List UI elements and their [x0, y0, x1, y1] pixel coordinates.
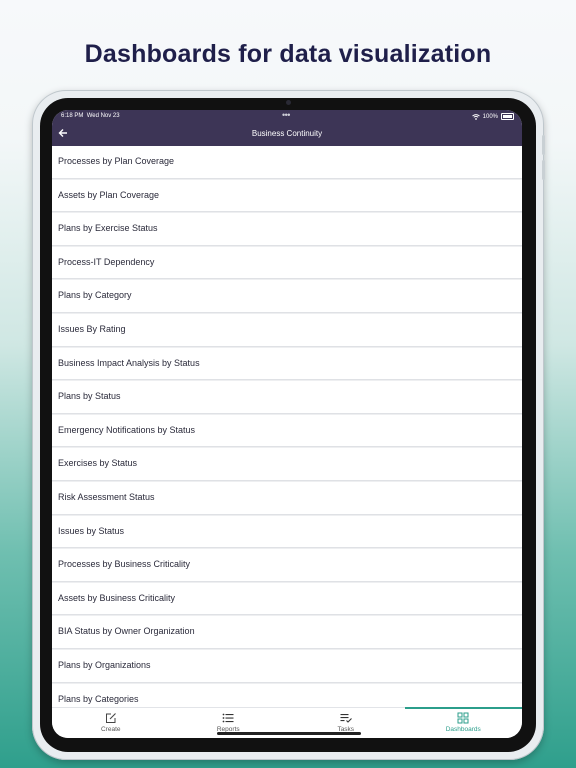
tab-bar: Create Reports Tasks Dashboards [52, 707, 522, 738]
list-item-label: Issues by Status [58, 525, 125, 536]
tab-create-label: Create [100, 726, 121, 733]
status-bar: 6:18 PM Wed Nov 23 ••• 100% [52, 110, 522, 124]
list-item[interactable]: Business Impact Analysis by Status [52, 347, 522, 380]
list-item[interactable]: Emergency Notifications by Status [52, 414, 522, 447]
marketing-headline: Dashboards for data visualization [84, 40, 492, 68]
volume-down-button-hardware [542, 160, 545, 180]
list-item-label: Business Impact Analysis by Status [58, 357, 200, 368]
camera-icon [286, 100, 291, 105]
list-item[interactable]: Assets by Business Criticality [52, 582, 522, 615]
list-item[interactable]: Exercises by Status [52, 448, 522, 480]
tab-create[interactable]: Create [52, 708, 170, 738]
status-date: Wed Nov 23 [86, 113, 120, 119]
list-item-label: Assets by Plan Coverage [58, 189, 160, 200]
list-item[interactable]: BIA Status by Owner Organization [52, 616, 522, 648]
list-item-label: Plans by Exercise Status [58, 223, 158, 234]
list-item[interactable]: Plans by Category [52, 280, 522, 312]
dashboard-icon [457, 712, 469, 724]
list-item-label: Plans by Categories [58, 693, 139, 704]
status-time-text: 6:18 PM [61, 113, 84, 119]
list-item[interactable]: Risk Assessment Status [52, 481, 522, 514]
status-right: 100% [471, 113, 514, 120]
status-time: 6:18 PM Wed Nov 23 [61, 113, 120, 119]
home-indicator [217, 732, 361, 735]
volume-up-button-hardware [542, 135, 545, 155]
dashboard-list: Processes by Plan Coverage Assets by Plan… [52, 146, 522, 717]
list-item-label: Process-IT Dependency [58, 256, 155, 267]
list-item-label: BIA Status by Owner Organization [58, 626, 195, 637]
tab-dashboards-label: Dashboards [445, 726, 481, 733]
list-item[interactable]: Process-IT Dependency [52, 246, 522, 279]
multitasking-dots-icon[interactable]: ••• [282, 110, 290, 120]
list-item-label: Plans by Status [58, 391, 121, 402]
edit-icon [105, 713, 116, 723]
battery-icon [501, 113, 514, 120]
list-item-label: Emergency Notifications by Status [58, 424, 196, 435]
list-item[interactable]: Plans by Exercise Status [52, 213, 522, 245]
list-item-label: Risk Assessment Status [58, 491, 155, 502]
list-item-label: Issues By Rating [58, 323, 126, 334]
list-item-label: Assets by Business Criticality [58, 592, 176, 603]
list-item[interactable]: Processes by Business Criticality [52, 549, 522, 581]
navigation-bar: Business Continuity [52, 124, 522, 146]
list-item-label: Exercises by Status [58, 458, 138, 469]
list-item-label: Plans by Organizations [58, 659, 151, 670]
app-screen: 6:18 PM Wed Nov 23 ••• 100% Business Con… [52, 110, 522, 738]
page-title: Business Continuity [251, 129, 323, 138]
list-item[interactable]: Processes by Plan Coverage [52, 146, 522, 178]
tasks-icon [340, 714, 352, 723]
list-item[interactable]: Plans by Organizations [52, 649, 522, 682]
list-item[interactable]: Assets by Plan Coverage [52, 179, 522, 212]
wifi-icon [471, 113, 480, 120]
list-item-label: Processes by Business Criticality [58, 559, 191, 570]
battery-percent: 100% [482, 113, 498, 120]
tab-dashboards[interactable]: Dashboards [404, 707, 523, 738]
list-item[interactable]: Issues by Status [52, 515, 522, 548]
list-item[interactable]: Plans by Status [52, 381, 522, 413]
list-item-label: Processes by Plan Coverage [58, 156, 175, 166]
list-item[interactable]: Issues By Rating [52, 313, 522, 346]
list-icon [222, 713, 234, 723]
list-item-label: Plans by Category [58, 290, 132, 301]
